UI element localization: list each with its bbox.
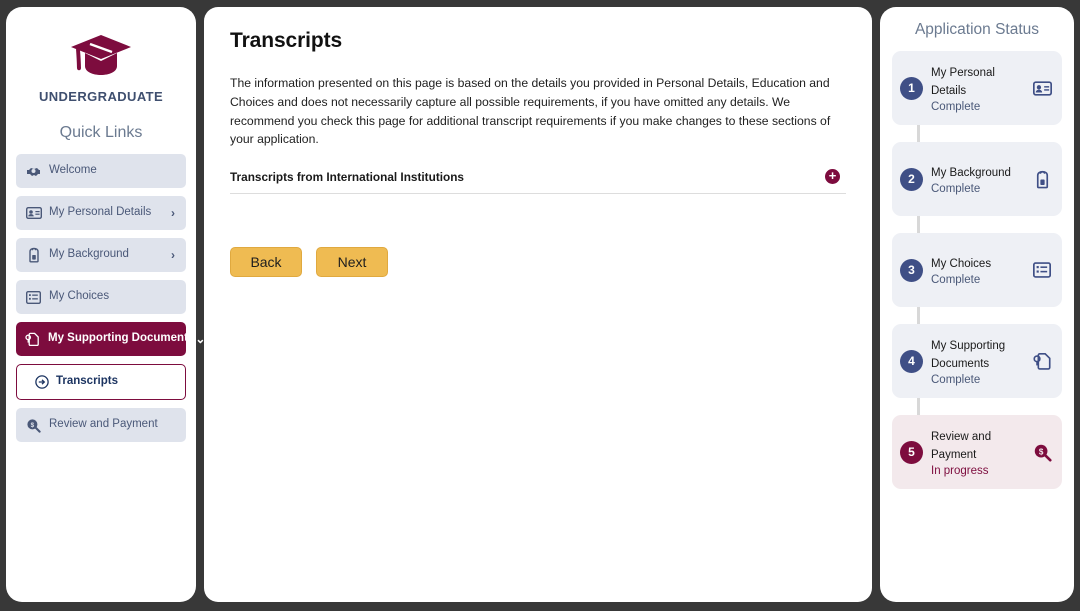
step-label: My Personal Details (931, 66, 995, 97)
status-step-my-choices[interactable]: 3 My Choices Complete (892, 233, 1062, 307)
step-number: 5 (900, 440, 923, 464)
step-text: My Supporting Documents Complete (931, 336, 1024, 387)
graduation-cap-icon (71, 35, 131, 75)
back-button[interactable]: Back (230, 247, 302, 278)
step-number: 2 (900, 167, 923, 191)
step-text: My Choices Complete (931, 254, 1024, 286)
step-status: Complete (931, 183, 981, 196)
chevron-right-icon: › (171, 248, 175, 262)
application-status-panel: Application Status 1 My Personal Details… (880, 7, 1074, 602)
chevron-right-icon: › (171, 206, 175, 220)
svg-text:$: $ (31, 422, 35, 429)
document-badge-icon (24, 331, 41, 348)
next-button[interactable]: Next (316, 247, 388, 278)
list-icon (25, 289, 42, 306)
step-number: 1 (900, 76, 923, 100)
sidebar-item-review-and-payment[interactable]: $ Review and Payment (16, 408, 186, 442)
sidebar-item-label: My Supporting Documents (48, 332, 195, 345)
status-step-my-supporting-documents[interactable]: 4 My Supporting Documents Complete (892, 324, 1062, 398)
backpack-icon (1032, 169, 1052, 189)
transcripts-section-header: Transcripts from International Instituti… (230, 169, 846, 195)
plus-circle-icon[interactable]: + (825, 169, 840, 185)
status-step-my-background[interactable]: 2 My Background Complete (892, 142, 1062, 216)
sidebar-item-label: Welcome (49, 164, 97, 177)
step-text: My Personal Details Complete (931, 63, 1024, 114)
document-badge-icon (1032, 351, 1052, 371)
quick-links-nav: Welcome My Personal Details › My Backgro… (16, 154, 205, 442)
status-step-my-personal-details[interactable]: 1 My Personal Details Complete (892, 51, 1062, 125)
sidebar-item-label: My Personal Details (49, 206, 152, 219)
step-text: My Background Complete (931, 163, 1024, 195)
list-icon (1032, 260, 1052, 280)
left-sidebar: UNDERGRADUATE Quick Links Welcome My Per… (6, 7, 205, 602)
id-card-icon (25, 205, 42, 222)
status-step-review-and-payment[interactable]: 5 Review and Payment In progress $ (892, 415, 1062, 489)
svg-text:$: $ (1038, 447, 1043, 456)
sidebar-item-welcome[interactable]: Welcome (16, 154, 186, 188)
step-label: My Background (931, 166, 1011, 179)
id-card-icon (1032, 78, 1052, 98)
status-steps: 1 My Personal Details Complete 2 My Back… (892, 51, 1062, 489)
application-window: UNDERGRADUATE Quick Links Welcome My Per… (0, 0, 1080, 611)
form-actions: Back Next (230, 247, 846, 278)
sidebar-item-label: My Choices (49, 290, 110, 303)
step-status: Complete (931, 101, 981, 114)
sidebar-item-my-background[interactable]: My Background › (16, 238, 186, 272)
sidebar-item-label: My Background (49, 248, 129, 261)
intro-paragraph: The information presented on this page i… (230, 76, 831, 147)
search-dollar-icon: $ (1032, 442, 1052, 462)
page-title: Transcripts (230, 29, 343, 52)
sidebar-item-label: Review and Payment (49, 418, 158, 431)
search-dollar-icon: $ (25, 417, 42, 434)
step-status: Complete (931, 374, 981, 387)
step-status: In progress (931, 465, 989, 478)
circle-arrow-icon (33, 374, 50, 391)
backpack-icon (25, 247, 42, 264)
sidebar-item-label: Transcripts (56, 375, 118, 388)
sidebar-item-transcripts[interactable]: Transcripts (16, 364, 186, 400)
step-label: My Choices (931, 257, 992, 270)
main-content: Transcripts The information presented on… (204, 7, 872, 602)
section-title: Transcripts from International Instituti… (230, 169, 464, 184)
step-label: My Supporting Documents (931, 339, 1006, 370)
brand-name: UNDERGRADUATE (38, 89, 164, 104)
sidebar-item-my-personal-details[interactable]: My Personal Details › (16, 196, 186, 230)
sidebar-item-my-supporting-documents[interactable]: My Supporting Documents ⌄ (16, 322, 205, 356)
step-text: Review and Payment In progress (931, 427, 1024, 478)
step-number: 3 (900, 258, 923, 282)
handshake-icon (25, 163, 42, 180)
quick-links-heading: Quick Links (59, 124, 143, 141)
step-status: Complete (931, 274, 981, 287)
step-label: Review and Payment (931, 430, 992, 461)
application-status-title: Application Status (914, 21, 1040, 38)
sidebar-item-my-choices[interactable]: My Choices (16, 280, 186, 314)
step-number: 4 (900, 349, 923, 373)
brand-logo (16, 21, 186, 83)
